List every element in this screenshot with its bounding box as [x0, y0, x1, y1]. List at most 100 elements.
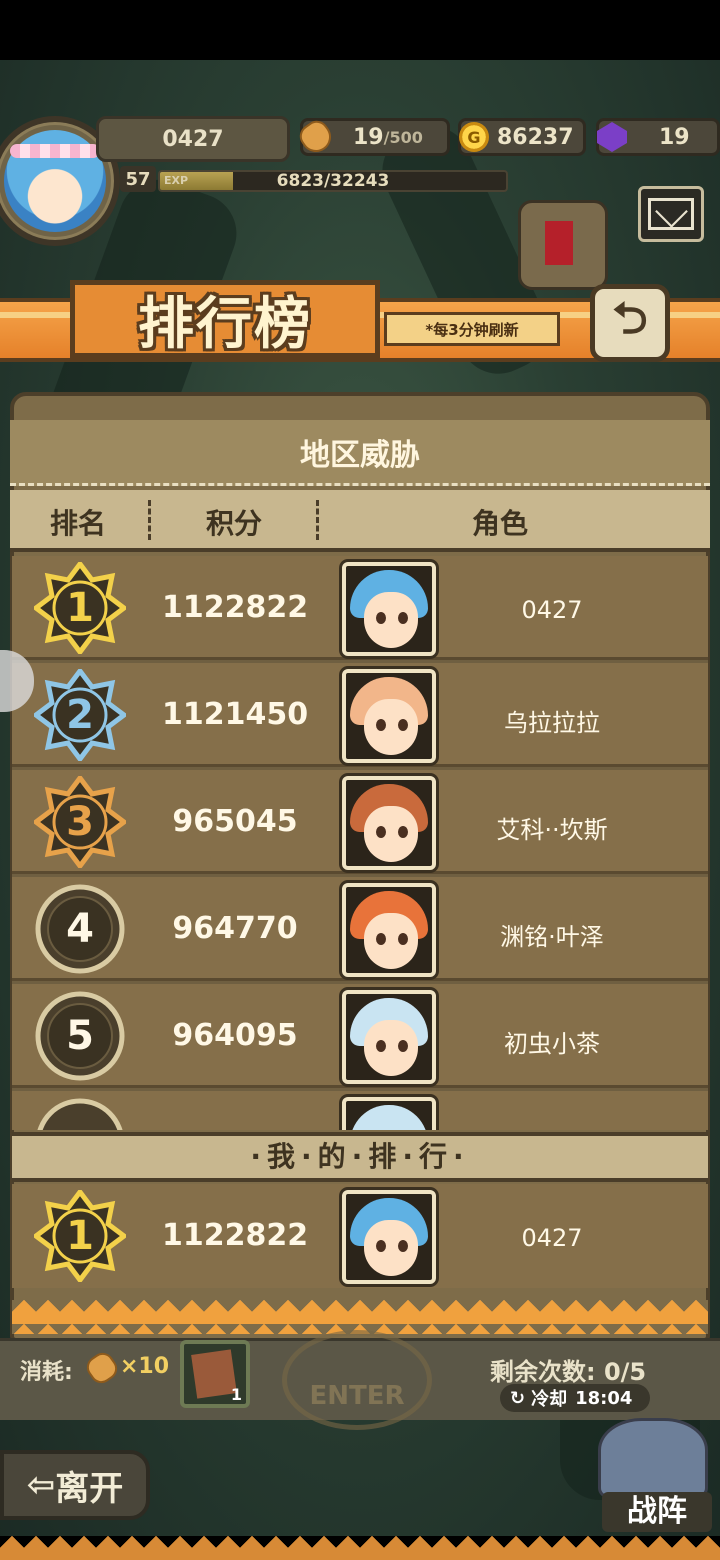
rank-number: 1 — [66, 1213, 94, 1259]
portrait-eye — [398, 1240, 408, 1252]
formation-button[interactable]: 战阵 — [588, 1418, 720, 1536]
mail-icon — [648, 198, 694, 230]
remaining-attempts: 剩余次数: 0/5 — [490, 1358, 647, 1386]
back-arrow-icon: ⮌ — [612, 292, 648, 344]
player-name-cell: 初虫小茶 — [504, 1030, 600, 1058]
enter-button[interactable]: ENTER — [282, 1330, 432, 1430]
cooldown-time: 18:04 — [575, 1387, 633, 1409]
character-portrait[interactable] — [342, 990, 436, 1084]
leave-button[interactable]: ⇦ 离开 — [0, 1450, 150, 1520]
my-ranking-header: ·我·的·排·行· — [12, 1132, 708, 1182]
portrait-hair — [350, 1105, 428, 1130]
player-name-cell: 艾科··坎斯 — [496, 816, 608, 844]
score-value: 964770 — [172, 911, 298, 946]
ranking-row[interactable]: 2 1121450 乌拉拉拉 — [12, 663, 708, 767]
portrait-eye — [398, 719, 408, 731]
ticket-count: 1 — [230, 1385, 242, 1404]
refresh-note: *每3分钟刷新 — [384, 312, 560, 346]
rank-number: 5 — [66, 1013, 94, 1059]
score-value: 965045 — [172, 804, 298, 839]
ranking-row[interactable]: 1 1122822 0427 — [12, 556, 708, 660]
ticket-item[interactable]: 1 — [180, 1340, 250, 1408]
rank-badge: 5 — [34, 990, 126, 1082]
avatar-flower-crown — [10, 144, 100, 158]
gem-counter[interactable]: 19 — [596, 118, 720, 156]
exp-value: 6823/32243 — [276, 171, 390, 191]
portrait-eye — [376, 933, 386, 945]
rank-badge — [34, 1097, 126, 1130]
player-name-cell: 0427 — [521, 1224, 583, 1252]
player-level: 57 — [120, 166, 156, 192]
score-value: 1121450 — [162, 697, 309, 732]
page-title: 排行榜 — [138, 291, 312, 357]
portrait-eye — [376, 1040, 386, 1052]
gem-icon — [597, 122, 627, 152]
portrait-face — [364, 913, 418, 969]
cost-multiplier: ×10 — [120, 1354, 170, 1379]
character-portrait[interactable] — [342, 776, 436, 870]
character-portrait[interactable] — [342, 562, 436, 656]
role-column-header: 角色 — [472, 507, 529, 540]
bread-icon — [295, 116, 337, 158]
portrait-eye — [398, 612, 408, 624]
bread-max: /500 — [383, 127, 423, 147]
portrait-eye — [398, 1040, 408, 1052]
bottom-zigzag-edge — [0, 1536, 720, 1560]
portrait-face — [364, 592, 418, 648]
character-portrait[interactable] — [342, 1097, 436, 1130]
score-value: 964095 — [172, 1018, 298, 1053]
gold-counter[interactable]: G 86237 — [458, 118, 586, 156]
rank-number: 1 — [66, 585, 94, 631]
mail-button[interactable] — [638, 186, 704, 242]
formation-label: 战阵 — [602, 1492, 712, 1532]
portrait-eye — [376, 826, 386, 838]
character-portrait[interactable] — [342, 1190, 436, 1284]
portrait-eye — [398, 826, 408, 838]
character-portrait[interactable] — [342, 883, 436, 977]
player-name-cell: 0427 — [521, 596, 583, 624]
left-arrow-icon: ⇦ — [26, 1465, 56, 1505]
bread-value: 19 — [353, 124, 384, 150]
leaderboard-category: 地区威胁 — [10, 420, 710, 486]
rank-badge: 2 — [34, 669, 126, 761]
quest-scroll-icon[interactable] — [518, 200, 608, 290]
ranking-row-partial[interactable] — [12, 1091, 708, 1130]
my-rank-content[interactable]: 1 1122822 0427 — [12, 1184, 708, 1288]
player-name: 0427 — [96, 116, 290, 162]
exp-bar: EXP 6823/32243 — [158, 170, 508, 192]
portrait-eye — [376, 1240, 386, 1252]
portrait-face — [364, 1220, 418, 1276]
portrait-face — [364, 699, 418, 755]
rank-medal-icon — [37, 1098, 123, 1130]
refresh-icon: ↻ — [510, 1387, 526, 1409]
leave-label: 离开 — [55, 1468, 124, 1509]
rank-badge: 1 — [34, 1190, 126, 1282]
enter-label: ENTER — [309, 1381, 405, 1411]
rank-number: 2 — [66, 692, 94, 738]
column-divider — [316, 500, 319, 540]
score-column-header: 积分 — [206, 507, 263, 540]
character-portrait[interactable] — [342, 669, 436, 763]
portrait-face — [364, 1020, 418, 1076]
formation-icon — [598, 1418, 708, 1498]
back-button[interactable]: ⮌ — [590, 284, 670, 362]
rank-number: 4 — [66, 906, 94, 952]
portrait-eye — [398, 933, 408, 945]
ranking-list[interactable]: 1 1122822 0427 2 1121450 乌拉拉拉 3 965045 艾科··坎斯 4 96… — [12, 556, 708, 1130]
bread-counter[interactable]: 19/500 — [295, 116, 450, 158]
ranking-row[interactable]: 5 964095 初虫小茶 — [12, 984, 708, 1088]
rank-badge: 3 — [34, 776, 126, 868]
player-name-cell: 乌拉拉拉 — [504, 709, 600, 737]
my-ranking-row[interactable]: 1 1122822 0427 — [12, 1184, 708, 1288]
score-value: 1122822 — [162, 590, 309, 625]
score-value: 1122822 — [162, 1218, 309, 1253]
rank-column-header: 排名 — [50, 507, 107, 540]
ranking-row[interactable]: 3 965045 艾科··坎斯 — [12, 770, 708, 874]
panel-zigzag-edge — [12, 1300, 708, 1334]
rank-number: 3 — [66, 799, 94, 845]
cooldown-timer: ↻ 冷却 18:04 — [500, 1384, 650, 1412]
portrait-face — [364, 806, 418, 862]
gold-value: 86237 — [497, 124, 574, 150]
ranking-row[interactable]: 4 964770 渊铭·叶泽 — [12, 877, 708, 981]
rank-badge: 4 — [34, 883, 126, 975]
